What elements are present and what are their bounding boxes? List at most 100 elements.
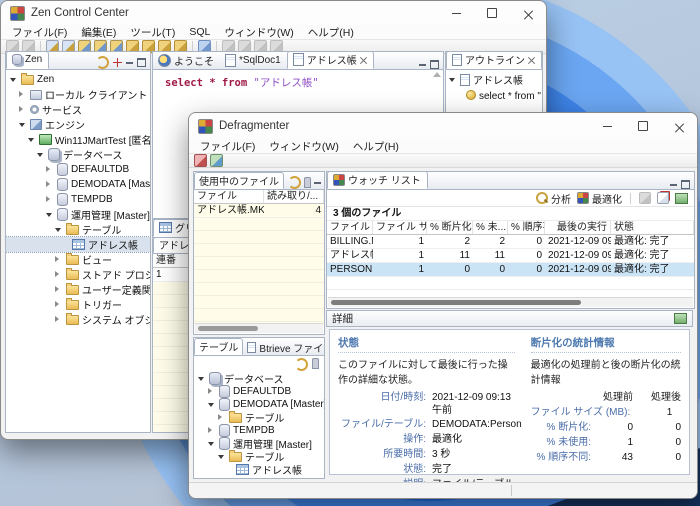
column-file[interactable]: ファイル: [194, 190, 264, 203]
tree-item-databases[interactable]: データベース: [6, 147, 150, 162]
tab-tables[interactable]: テーブル: [194, 338, 243, 355]
refresh-icon[interactable]: [295, 358, 308, 371]
collapse-icon[interactable]: [218, 455, 224, 459]
minimize-view-icon[interactable]: [314, 182, 321, 184]
collapse-icon[interactable]: [208, 403, 214, 407]
defrag-titlebar[interactable]: Defragmenter: [189, 113, 697, 139]
collapse-icon[interactable]: [28, 138, 34, 142]
expand-icon[interactable]: [55, 256, 59, 262]
tree-item-demodata[interactable]: DEMODATA [Master]: [6, 177, 150, 192]
expand-icon[interactable]: [19, 91, 23, 97]
tab-address-book[interactable]: アドレス帳: [287, 51, 374, 69]
tree-item-tables-folder[interactable]: テーブル: [6, 222, 150, 237]
maximize-button[interactable]: [625, 113, 661, 139]
tree-item-engines[interactable]: エンジン: [6, 117, 150, 132]
menu-tools[interactable]: ツール(T): [123, 25, 182, 40]
tab-zen-explorer[interactable]: Zen: [6, 51, 49, 69]
chart-icon[interactable]: [675, 193, 688, 204]
watch-row-person[interactable]: PERSON.MK... 1 0 0 0 2021-12-09 09:1... …: [327, 263, 694, 277]
maximize-view-icon[interactable]: [430, 60, 439, 69]
sql-editor-content[interactable]: select * from "アドレス帳": [153, 70, 443, 90]
tree-item-local-clients[interactable]: ローカル クライアント: [6, 87, 150, 102]
minimize-button[interactable]: [438, 1, 474, 25]
expand-icon[interactable]: [46, 166, 50, 172]
collapse-icon[interactable]: [37, 153, 43, 157]
filter-icon[interactable]: [113, 58, 122, 67]
pin-icon[interactable]: [304, 177, 311, 188]
collapse-icon[interactable]: [198, 377, 204, 381]
collapse-icon[interactable]: [208, 442, 214, 446]
remove-from-watch-icon[interactable]: [639, 192, 651, 204]
tree-item-operations-db[interactable]: 運用管理 [Master]: [6, 207, 150, 222]
collapse-icon[interactable]: [19, 123, 25, 127]
zen-titlebar[interactable]: Zen Control Center: [1, 1, 546, 25]
expand-icon[interactable]: [208, 388, 212, 394]
maximize-view-icon[interactable]: [681, 180, 690, 189]
files-row[interactable]: アドレス帳.MKD 4: [194, 204, 324, 218]
scrollbar-thumb[interactable]: [331, 300, 581, 305]
expand-icon[interactable]: [55, 301, 59, 307]
tree-item-tempdb[interactable]: TEMPDB: [6, 192, 150, 207]
scroll-up-icon[interactable]: [433, 72, 441, 77]
column-file[interactable]: ファイル: [327, 221, 373, 234]
watch-row-address-book[interactable]: アドレス帳.M... 1 11 11 0 2021-12-09 09:1... …: [327, 249, 694, 263]
tree-item-triggers[interactable]: トリガー: [6, 297, 150, 312]
column-out-of-order[interactable]: % 順序不同: [508, 221, 545, 234]
tree-item-defaultdb[interactable]: DEFAULTDB: [194, 385, 324, 398]
outline-root-item[interactable]: アドレス帳: [446, 72, 542, 87]
menu-help[interactable]: ヘルプ(H): [346, 139, 406, 154]
menu-edit[interactable]: 編集(E): [74, 25, 123, 40]
tab-files-in-use[interactable]: 使用中のファイル: [194, 172, 284, 189]
watch-list-icon[interactable]: [210, 154, 223, 167]
collapse-icon[interactable]: [10, 78, 16, 82]
minimize-button[interactable]: [589, 113, 625, 139]
analyze-button[interactable]: 分析: [536, 191, 571, 206]
tab-watch-list[interactable]: ウォッチ リスト: [327, 171, 428, 189]
expand-icon[interactable]: [55, 271, 59, 277]
menu-file[interactable]: ファイル(F): [5, 25, 74, 40]
column-last-run[interactable]: 最後の実行: [545, 221, 611, 234]
expand-icon[interactable]: [55, 316, 59, 322]
menu-window[interactable]: ウィンドウ(W): [217, 25, 300, 40]
collapse-icon[interactable]: [55, 228, 61, 232]
tree-item-databases[interactable]: データベース: [194, 372, 324, 385]
expand-icon[interactable]: [46, 181, 50, 187]
menu-file[interactable]: ファイル(F): [193, 139, 262, 154]
link-editor-icon[interactable]: [96, 56, 109, 69]
column-read-write[interactable]: 読み取り/...: [264, 190, 324, 203]
close-tab-icon[interactable]: [528, 56, 535, 63]
optimize-button[interactable]: 最適化: [577, 191, 622, 206]
tab-welcome[interactable]: ようこそ: [153, 53, 220, 69]
restore-view-icon[interactable]: [674, 313, 687, 324]
tree-item-address-book[interactable]: アドレス帳: [6, 237, 150, 252]
tree-item-address-book[interactable]: アドレス帳: [194, 463, 324, 476]
expand-icon[interactable]: [218, 414, 222, 420]
tab-sqldoc1[interactable]: *SqlDoc1: [220, 53, 287, 69]
tree-item-tables-folder[interactable]: テーブル: [194, 411, 324, 424]
refresh-icon[interactable]: [288, 176, 301, 189]
tree-item-services[interactable]: サービス: [6, 102, 150, 117]
tree-item-stored-procedures[interactable]: ストアド プロシージャ: [6, 267, 150, 282]
collapse-icon[interactable]: [449, 78, 455, 82]
scrollbar-thumb[interactable]: [198, 326, 258, 331]
close-button[interactable]: [510, 1, 546, 25]
expand-icon[interactable]: [208, 427, 212, 433]
login-icon[interactable]: [194, 154, 207, 167]
column-fragmented[interactable]: % 断片化: [427, 221, 473, 234]
outline-statement-item[interactable]: select * from "アドレス帳": [446, 87, 542, 102]
menu-help[interactable]: ヘルプ(H): [301, 25, 361, 40]
tree-item-zen[interactable]: Zen: [6, 72, 150, 87]
tree-item-system-objects[interactable]: システム オブジェクト: [6, 312, 150, 327]
minimize-view-icon[interactable]: [126, 62, 133, 64]
column-unused[interactable]: % 未...: [473, 221, 508, 234]
maximize-view-icon[interactable]: [137, 58, 146, 67]
expand-icon[interactable]: [46, 196, 50, 202]
tab-outline[interactable]: アウトライン: [446, 51, 542, 69]
watch-hscrollbar[interactable]: [328, 297, 693, 307]
tree-item-user-functions[interactable]: ユーザー定義関数: [6, 282, 150, 297]
files-hscrollbar[interactable]: [195, 323, 323, 333]
maximize-button[interactable]: [474, 1, 510, 25]
minimize-view-icon[interactable]: [670, 184, 677, 186]
close-tab-icon[interactable]: [360, 56, 367, 63]
minimize-view-icon[interactable]: [419, 64, 426, 66]
